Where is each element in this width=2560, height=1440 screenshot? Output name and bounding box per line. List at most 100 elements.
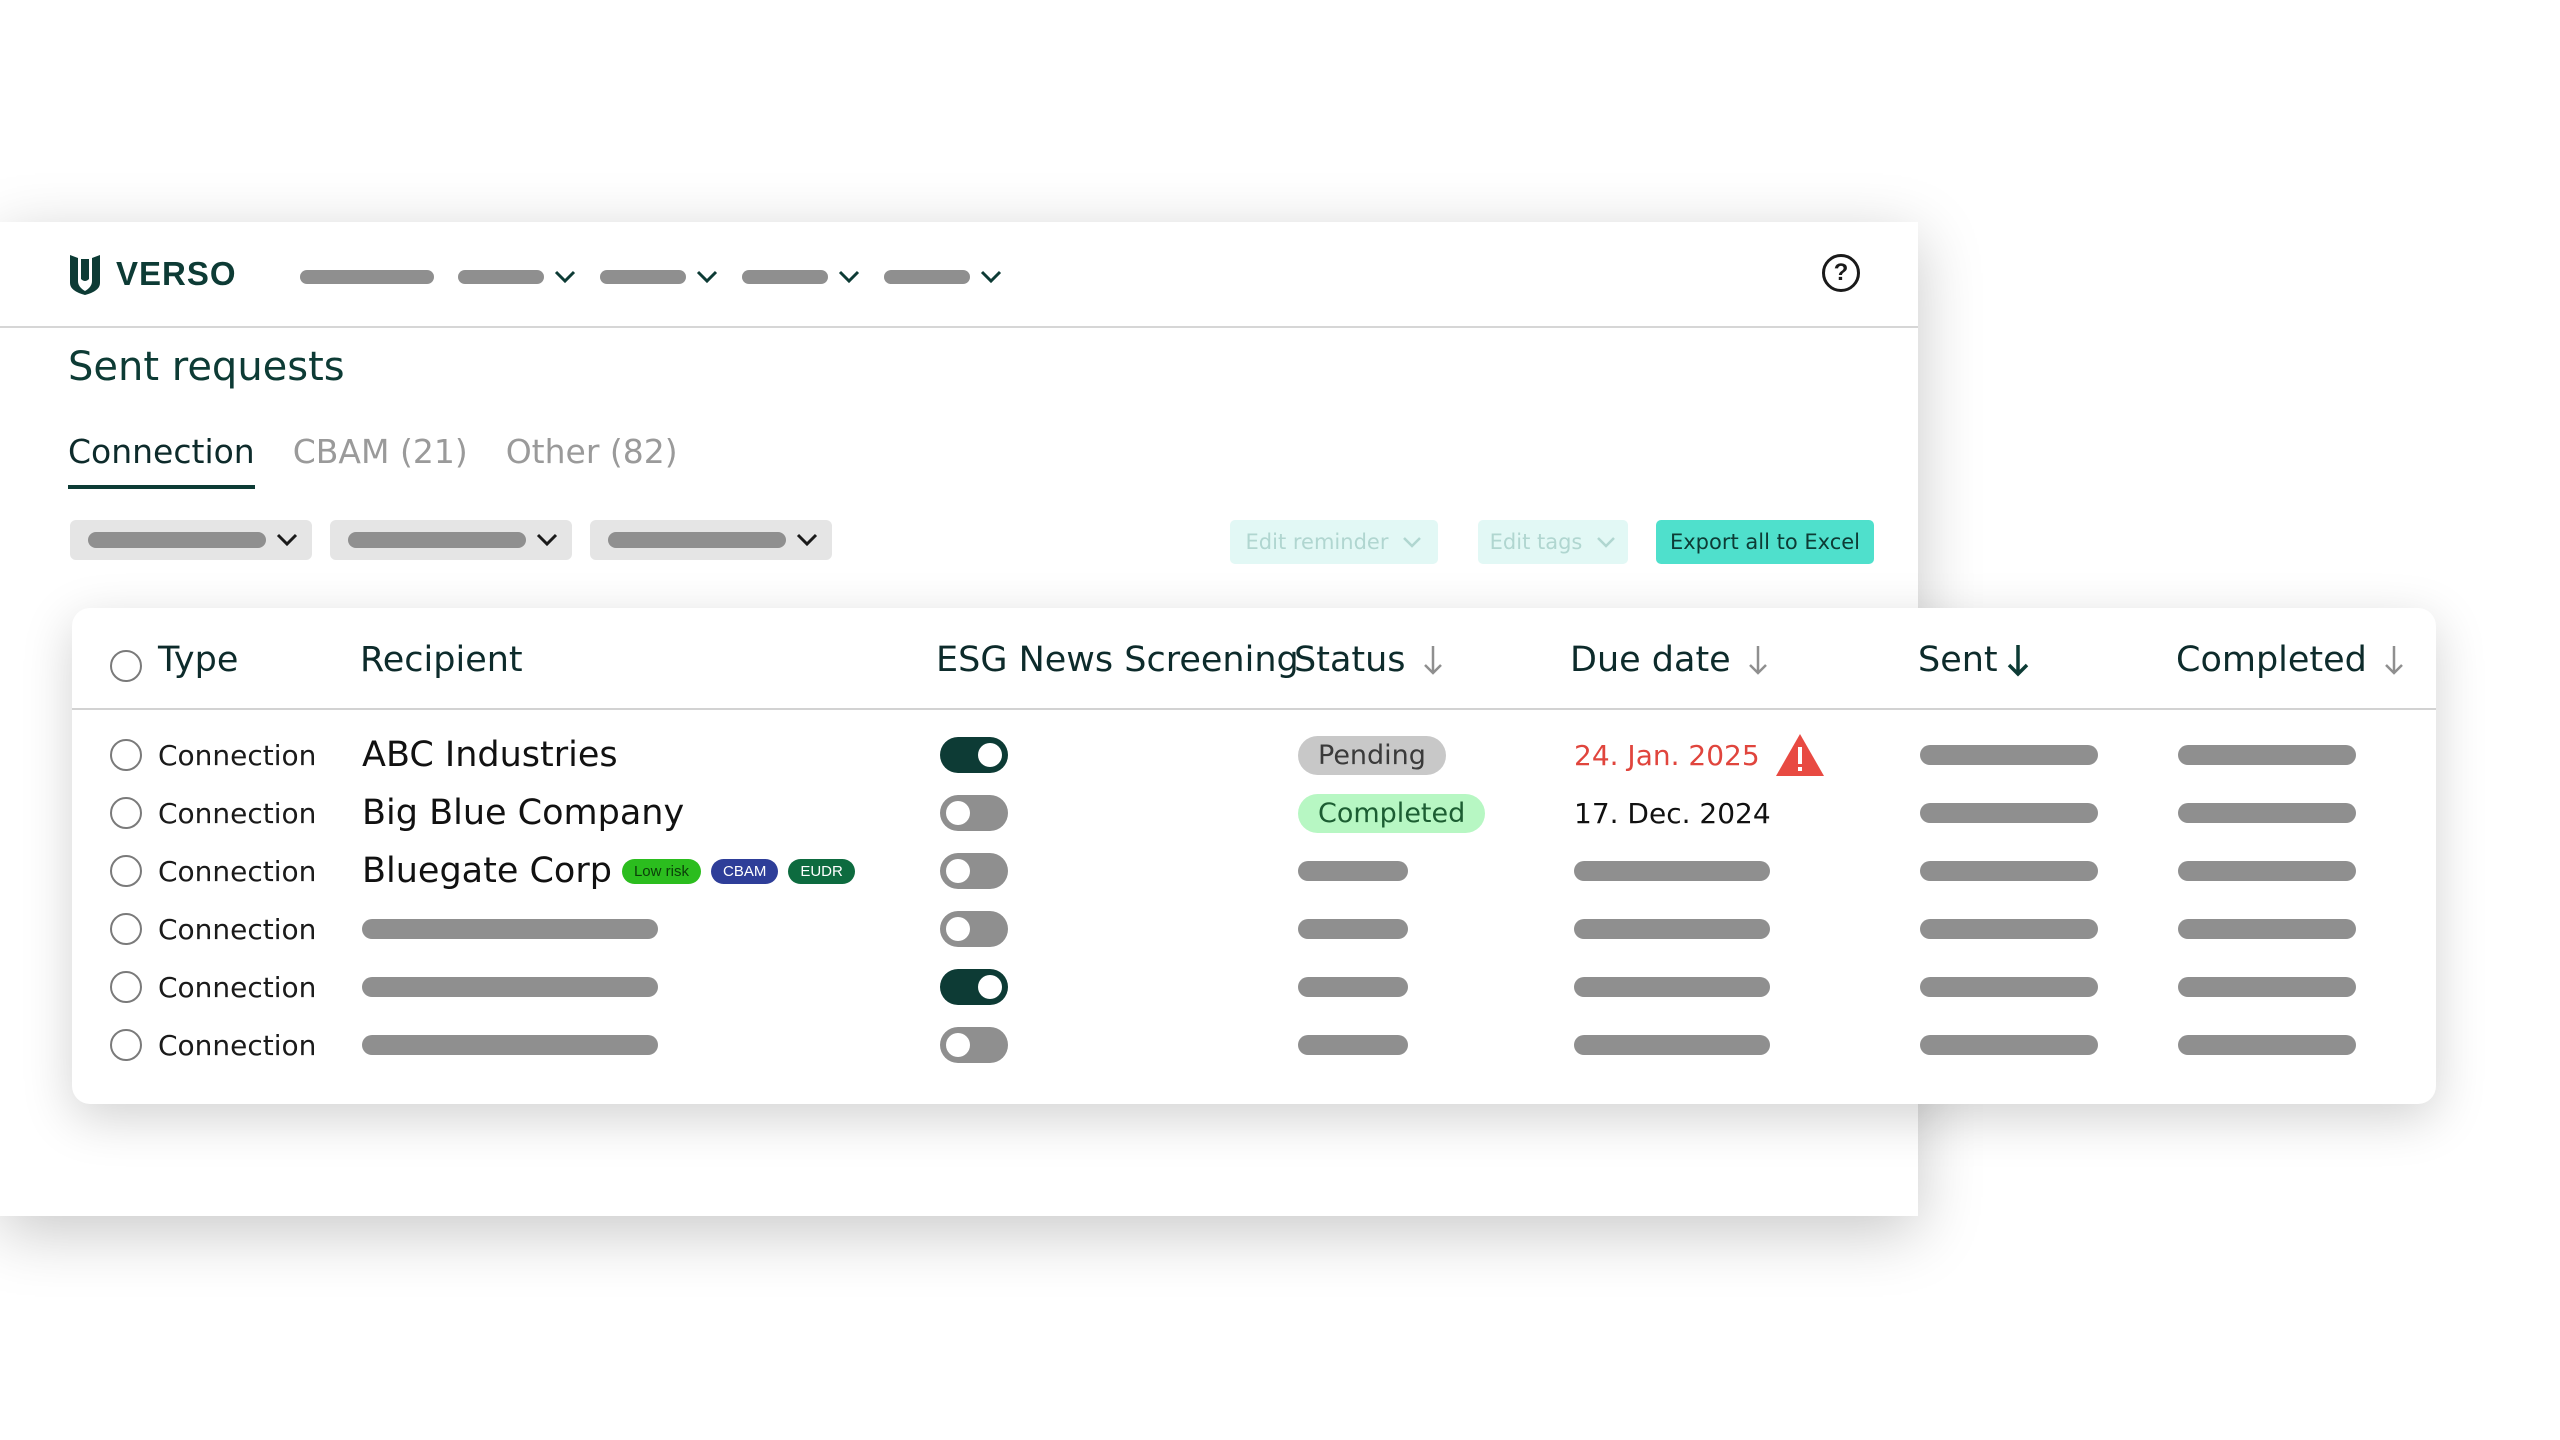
chevron-down-icon	[838, 270, 860, 284]
filter-dropdown-2[interactable]	[330, 520, 572, 560]
filter-dropdown-1[interactable]	[70, 520, 312, 560]
filter-placeholder	[608, 532, 786, 548]
esg-screening-toggle[interactable]	[940, 795, 1008, 831]
tab-cbam[interactable]: CBAM (21)	[293, 432, 468, 489]
esg-screening-toggle[interactable]	[940, 737, 1008, 773]
tag-cbam[interactable]: CBAM	[710, 858, 779, 884]
page-title: Sent requests	[68, 344, 345, 390]
esg-screening-toggle[interactable]	[940, 1027, 1008, 1063]
col-sent[interactable]: Sent	[1918, 640, 2030, 680]
tab-other[interactable]: Other (82)	[506, 432, 678, 489]
sent-placeholder	[1920, 745, 2098, 765]
row-recipient[interactable]: ABC Industries	[362, 735, 618, 775]
table-row[interactable]: Connection	[72, 900, 2436, 958]
filter-dropdown-3[interactable]	[590, 520, 832, 560]
esg-screening-toggle[interactable]	[940, 911, 1008, 947]
completed-placeholder	[2178, 861, 2356, 881]
nav-item-4[interactable]	[742, 270, 860, 284]
row-checkbox[interactable]	[110, 971, 142, 1003]
sent-placeholder	[1920, 977, 2098, 997]
status-placeholder	[1298, 919, 1408, 939]
verso-shield-icon	[70, 255, 100, 295]
tag-eudr[interactable]: EUDR	[788, 858, 855, 884]
table-row[interactable]: Connection Big Blue Company Completed 17. D…	[72, 784, 2436, 842]
chevron-down-icon	[276, 533, 298, 547]
row-checkbox[interactable]	[110, 855, 142, 887]
export-label: Export all to Excel	[1669, 530, 1860, 554]
status-placeholder	[1298, 977, 1408, 997]
col-sent-label: Sent	[1918, 640, 1998, 680]
select-all-checkbox[interactable]	[110, 650, 142, 682]
nav-item-5[interactable]	[884, 270, 1002, 284]
table-row[interactable]: Connection ABC Industries Pending 24. Jan. …	[72, 726, 2436, 784]
toggle-knob	[978, 743, 1002, 767]
sent-placeholder	[1920, 803, 2098, 823]
col-due-date[interactable]: Due date	[1570, 640, 1769, 680]
toggle-knob	[946, 1033, 970, 1057]
completed-placeholder	[2178, 977, 2356, 997]
recipient-placeholder	[362, 919, 658, 939]
completed-placeholder	[2178, 919, 2356, 939]
row-type: Connection	[158, 912, 317, 946]
esg-screening-toggle[interactable]	[940, 969, 1008, 1005]
chevron-down-icon	[696, 270, 718, 284]
sort-arrow-down-icon[interactable]	[2383, 644, 2405, 676]
request-tabs: Connection CBAM (21) Other (82)	[68, 432, 678, 489]
filter-placeholder	[88, 532, 266, 548]
row-recipient[interactable]: Bluegate Corp	[362, 851, 612, 891]
table-row[interactable]: Connection	[72, 1016, 2436, 1074]
sent-placeholder	[1920, 1035, 2098, 1055]
nav-item-3[interactable]	[600, 270, 718, 284]
sort-arrow-down-icon[interactable]	[2006, 643, 2030, 677]
sort-arrow-down-icon[interactable]	[1747, 644, 1769, 676]
row-checkbox[interactable]	[110, 1029, 142, 1061]
nav-item-2[interactable]	[458, 270, 576, 284]
col-status-label: Status	[1294, 640, 1406, 680]
row-type: Connection	[158, 738, 317, 772]
edit-tags-label: Edit tags	[1489, 530, 1583, 554]
edit-tags-button[interactable]: Edit tags	[1478, 520, 1628, 564]
completed-placeholder	[2178, 745, 2356, 765]
verso-logo[interactable]: VERSO	[68, 252, 237, 296]
chevron-down-icon	[536, 533, 558, 547]
col-due-label: Due date	[1570, 640, 1731, 680]
esg-screening-toggle[interactable]	[940, 853, 1008, 889]
col-type[interactable]: Type	[158, 640, 238, 680]
completed-placeholder	[2178, 803, 2356, 823]
col-esg-label: ESG News Screening	[936, 640, 1299, 680]
col-completed[interactable]: Completed	[2176, 640, 2405, 680]
tag-lowrisk[interactable]: Low risk	[621, 858, 701, 884]
edit-reminder-label: Edit reminder	[1245, 530, 1389, 554]
help-button[interactable]: ?	[1822, 254, 1860, 292]
row-type: Connection	[158, 970, 317, 1004]
status-placeholder	[1298, 1035, 1408, 1055]
chevron-down-icon	[554, 270, 576, 284]
row-checkbox[interactable]	[110, 739, 142, 771]
tab-connection[interactable]: Connection	[68, 432, 255, 489]
warning-icon	[1775, 734, 1824, 776]
main-nav	[300, 262, 1026, 292]
row-checkbox[interactable]	[110, 797, 142, 829]
row-recipient[interactable]: Big Blue Company	[362, 793, 684, 833]
col-completed-label: Completed	[2176, 640, 2367, 680]
col-status[interactable]: Status	[1294, 640, 1444, 680]
top-header: VERSO ?	[0, 222, 1918, 328]
nav-item-placeholder	[884, 270, 970, 284]
table-row[interactable]: Connection Bluegate Corp Low risk CBAM EUDR	[72, 842, 2436, 900]
col-recipient[interactable]: Recipient	[360, 640, 523, 680]
requests-table: Type Recipient ESG News Screening Status…	[72, 608, 2436, 1104]
edit-reminder-button[interactable]: Edit reminder	[1230, 520, 1438, 564]
col-esg-news-screening[interactable]: ESG News Screening	[936, 640, 1299, 680]
help-icon: ?	[1833, 259, 1849, 286]
row-checkbox[interactable]	[110, 913, 142, 945]
toggle-knob	[946, 859, 970, 883]
due-date: 24. Jan. 2025	[1574, 738, 1760, 772]
nav-item-1[interactable]	[300, 270, 434, 284]
status-badge: Completed	[1298, 793, 1486, 833]
table-row[interactable]: Connection	[72, 958, 2436, 1016]
sort-arrow-down-icon[interactable]	[1422, 644, 1444, 676]
row-type: Connection	[158, 1028, 317, 1062]
row-type: Connection	[158, 854, 317, 888]
col-recipient-label: Recipient	[360, 640, 523, 680]
export-excel-button[interactable]: Export all to Excel	[1656, 520, 1874, 564]
